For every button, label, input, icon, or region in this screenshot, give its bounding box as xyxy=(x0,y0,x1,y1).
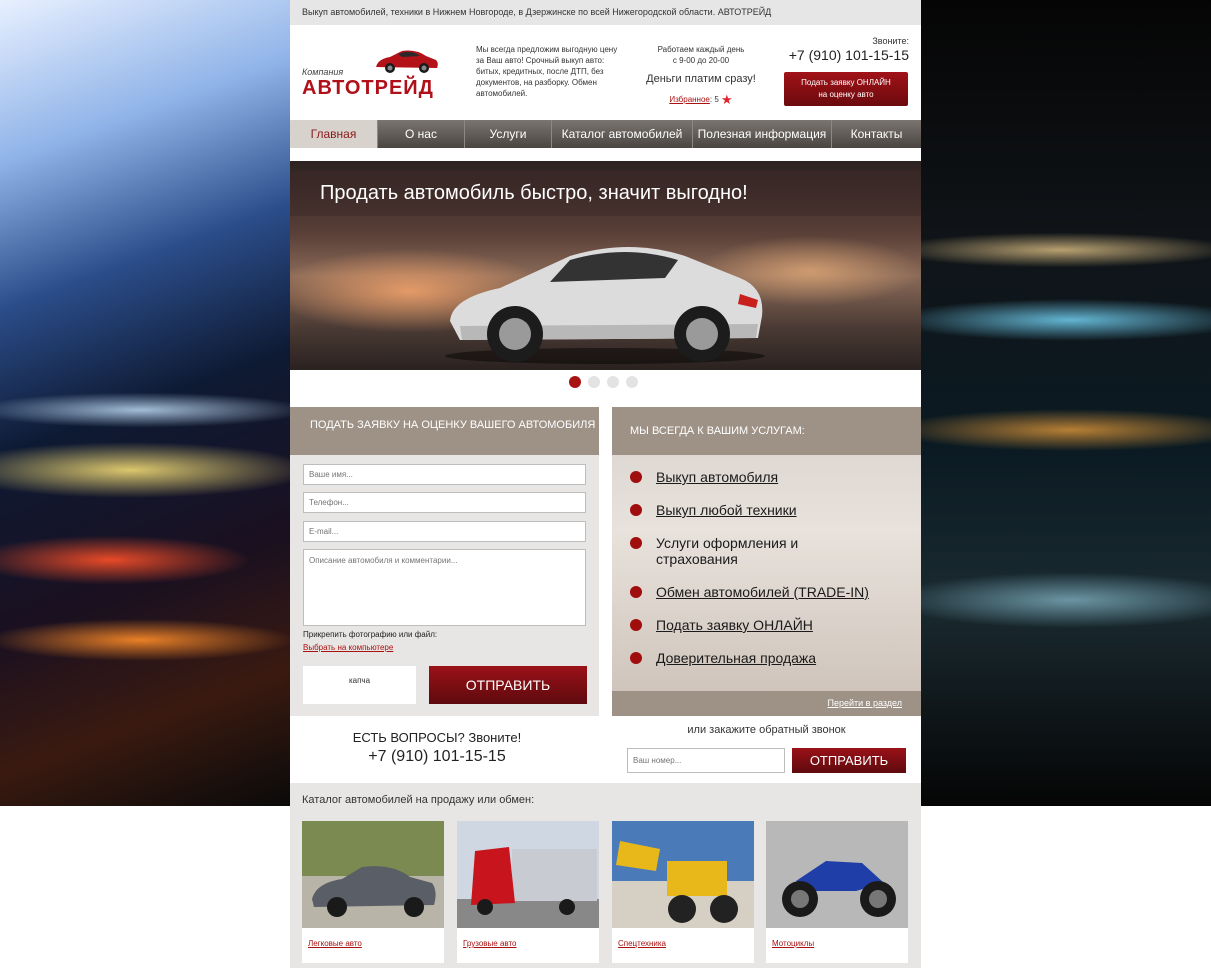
slider-dot[interactable] xyxy=(607,376,619,388)
services-list: Выкуп автомобиля Выкуп любой техники Усл… xyxy=(630,469,920,683)
main-nav: Главная О нас Услуги Каталог автомобилей… xyxy=(290,120,921,148)
captcha[interactable]: капча xyxy=(303,666,416,704)
attach-label: Прикрепить фотографию или файл: xyxy=(303,630,438,639)
services-section-link[interactable]: Перейти в раздел xyxy=(612,691,921,716)
slider-dot[interactable] xyxy=(588,376,600,388)
motorcycle-image xyxy=(766,821,908,928)
catalog-card-motorcycles[interactable]: Мотоциклы xyxy=(766,821,908,963)
service-item[interactable]: Выкуп любой техники xyxy=(630,502,920,535)
attach-file-link[interactable]: Выбрать на компьютере xyxy=(303,643,393,652)
services-heading: МЫ ВСЕГДА К ВАШИМ УСЛУГАМ: xyxy=(612,407,921,455)
catalog-card-special[interactable]: Спецтехника xyxy=(612,821,754,963)
favorites-count: : 5 xyxy=(709,95,719,105)
catalog-card-cars[interactable]: Легковые авто xyxy=(302,821,444,963)
bullet-icon xyxy=(630,619,642,631)
truck-image xyxy=(457,821,599,928)
catalog-card-trucks[interactable]: Грузовые авто xyxy=(457,821,599,963)
email-input[interactable] xyxy=(303,521,586,542)
hours-line-2: с 9-00 до 20-00 xyxy=(672,56,730,65)
questions-block: ЕСТЬ ВОПРОСЫ? Звоните! +7 (910) 101-15-1… xyxy=(290,730,584,766)
service-label: Подать заявку ОНЛАЙН xyxy=(656,617,813,633)
service-item[interactable]: Подать заявку ОНЛАЙН xyxy=(630,617,920,650)
service-item[interactable]: Услуги оформления и страхования xyxy=(630,535,920,584)
logo-car-icon xyxy=(376,50,438,73)
loader-image xyxy=(612,821,754,928)
service-item[interactable]: Выкуп автомобиля xyxy=(630,469,920,502)
callback-phone-input[interactable] xyxy=(627,748,785,773)
logo-small-text: Компания xyxy=(302,67,344,77)
sports-car-image xyxy=(445,247,765,364)
working-hours: Работаем каждый день с 9-00 до 20-00 Ден… xyxy=(636,44,766,108)
topbar: Выкуп автомобилей, техники в Нижнем Новг… xyxy=(290,0,921,25)
slider-dot[interactable] xyxy=(569,376,581,388)
online-request-button[interactable]: Подать заявку ОНЛАЙН на оценку авто xyxy=(784,72,908,106)
catalog-title: Каталог автомобилей на продажу или обмен… xyxy=(302,794,535,806)
banner-title: Продать автомобиль быстро, значит выгодн… xyxy=(290,170,921,216)
phone-input[interactable] xyxy=(303,492,586,513)
catalog-section: Каталог автомобилей на продажу или обмен… xyxy=(290,783,921,968)
service-item[interactable]: Доверительная продажа xyxy=(630,650,920,683)
services-panel: МЫ ВСЕГДА К ВАШИМ УСЛУГАМ: Выкуп автомоб… xyxy=(612,407,921,716)
bullet-icon xyxy=(630,537,642,549)
service-item[interactable]: Обмен автомобилей (TRADE-IN) xyxy=(630,584,920,617)
star-icon: ★ xyxy=(721,92,733,107)
catalog-label[interactable]: Грузовые авто xyxy=(463,939,517,948)
logo[interactable]: Компания АВТОТРЕЙД xyxy=(302,47,447,99)
bullet-icon xyxy=(630,652,642,664)
online-request-line-2: на оценку авто xyxy=(818,90,874,99)
slider-dot[interactable] xyxy=(626,376,638,388)
form-submit-button[interactable]: ОТПРАВИТЬ xyxy=(429,666,587,704)
description-textarea[interactable] xyxy=(303,549,586,626)
money-text: Деньги платим сразу! xyxy=(646,73,756,85)
questions-phone[interactable]: +7 (910) 101-15-15 xyxy=(290,748,584,766)
bullet-icon xyxy=(630,586,642,598)
nav-item-home[interactable]: Главная xyxy=(290,120,378,148)
bullet-icon xyxy=(630,471,642,483)
promo-text: Мы всегда предложим выгодную цену за Ваш… xyxy=(476,45,618,98)
questions-label: ЕСТЬ ВОПРОСЫ? Звоните! xyxy=(352,730,522,745)
service-label: Обмен автомобилей (TRADE-IN) xyxy=(656,584,869,600)
header-phone[interactable]: +7 (910) 101-15-15 xyxy=(789,47,909,63)
bullet-icon xyxy=(630,504,642,516)
online-request-line-1: Подать заявку ОНЛАЙН xyxy=(801,78,891,87)
favorites-link[interactable]: Избранное xyxy=(669,95,710,104)
background-right xyxy=(921,0,1211,806)
nav-item-useful-info[interactable]: Полезная информация xyxy=(693,120,832,148)
slider-dots xyxy=(569,376,638,388)
call-label: Звоните: xyxy=(872,36,909,46)
logo-brand-text: АВТОТРЕЙД xyxy=(302,77,434,99)
callback-submit-button[interactable]: ОТПРАВИТЬ xyxy=(792,748,906,773)
nav-item-services[interactable]: Услуги xyxy=(465,120,552,148)
nav-item-contacts[interactable]: Контакты xyxy=(832,120,921,148)
service-label: Услуги оформления и страхования xyxy=(656,535,799,567)
car-image xyxy=(302,821,444,928)
service-label: Выкуп автомобиля xyxy=(656,469,779,485)
favorites: Избранное: 5 ★ xyxy=(636,92,766,108)
background-left xyxy=(0,0,290,806)
nav-item-catalog[interactable]: Каталог автомобилей xyxy=(552,120,693,148)
catalog-label[interactable]: Спецтехника xyxy=(618,939,666,948)
name-input[interactable] xyxy=(303,464,586,485)
form-heading: ПОДАТЬ ЗАЯВКУ НА ОЦЕНКУ ВАШЕГО АВТОМОБИЛ… xyxy=(290,407,599,455)
catalog-label[interactable]: Легковые авто xyxy=(308,939,362,948)
callback-label: или закажите обратный звонок xyxy=(687,724,846,736)
catalog-label[interactable]: Мотоциклы xyxy=(772,939,814,948)
header: Компания АВТОТРЕЙД Мы всегда предложим в… xyxy=(290,25,921,120)
hours-line-1: Работаем каждый день xyxy=(657,45,745,54)
service-label: Доверительная продажа xyxy=(656,650,817,666)
hero-banner[interactable]: Продать автомобиль быстро, значит выгодн… xyxy=(290,161,921,370)
service-label: Выкуп любой техники xyxy=(656,502,797,518)
nav-item-about[interactable]: О нас xyxy=(378,120,465,148)
callback-block: или закажите обратный звонок ОТПРАВИТЬ xyxy=(612,724,921,773)
request-form: ПОДАТЬ ЗАЯВКУ НА ОЦЕНКУ ВАШЕГО АВТОМОБИЛ… xyxy=(290,407,599,716)
page: Выкуп автомобилей, техники в Нижнем Новг… xyxy=(290,0,921,968)
